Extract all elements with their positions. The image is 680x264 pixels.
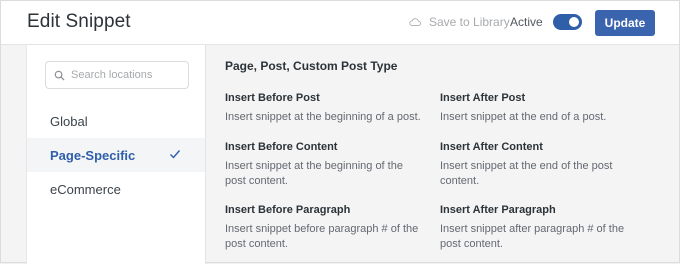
update-button[interactable]: Update bbox=[595, 10, 655, 36]
option-description: Insert snippet at the beginning of a pos… bbox=[225, 111, 421, 123]
search-box[interactable] bbox=[45, 61, 189, 89]
cloud-icon bbox=[409, 18, 421, 26]
header-bar: Edit Snippet Save to Library Active Upda… bbox=[1, 1, 679, 45]
option-title: Insert After Paragraph bbox=[440, 204, 556, 216]
option-description: Insert snippet before paragraph # of the… bbox=[225, 223, 419, 250]
option-insert-after-post[interactable]: Insert After Post Insert snippet at the … bbox=[440, 91, 640, 125]
option-description: Insert snippet after paragraph # of the … bbox=[440, 223, 625, 250]
option-insert-before-paragraph[interactable]: Insert Before Paragraph Insert snippet b… bbox=[225, 203, 420, 252]
option-description: Insert snippet at the end of the post co… bbox=[440, 160, 613, 187]
option-insert-after-paragraph[interactable]: Insert After Paragraph Insert snippet af… bbox=[440, 203, 625, 252]
content-area: Global Page-Specific eCommerce Page, Pos… bbox=[1, 45, 679, 264]
sidebar-item-label: Global bbox=[50, 113, 88, 129]
toggle-knob bbox=[569, 17, 579, 27]
edit-snippet-panel: Edit Snippet Save to Library Active Upda… bbox=[0, 0, 680, 264]
sidebar-item-label: eCommerce bbox=[50, 181, 121, 197]
sidebar-item-ecommerce[interactable]: eCommerce bbox=[27, 172, 205, 206]
option-title: Insert Before Post bbox=[225, 92, 320, 104]
option-title: Insert After Post bbox=[440, 92, 526, 104]
active-label: Active bbox=[510, 15, 543, 29]
checkmark-icon bbox=[170, 150, 181, 159]
option-title: Insert After Content bbox=[440, 141, 543, 153]
option-description: Insert snippet at the beginning of the p… bbox=[225, 160, 403, 187]
page-title: Edit Snippet bbox=[27, 11, 131, 32]
sidebar-item-global[interactable]: Global bbox=[27, 104, 205, 138]
save-to-library-button[interactable]: Save to Library bbox=[409, 15, 510, 29]
option-insert-after-content[interactable]: Insert After Content Insert snippet at t… bbox=[440, 140, 620, 189]
option-title: Insert Before Paragraph bbox=[225, 204, 351, 216]
locations-main: Page, Post, Custom Post Type Insert Befo… bbox=[206, 45, 679, 262]
sidebar-item-page-specific[interactable]: Page-Specific bbox=[27, 138, 205, 172]
option-description: Insert snippet at the end of a post. bbox=[440, 111, 607, 123]
sidebar-item-label: Page-Specific bbox=[50, 147, 136, 163]
search-icon bbox=[54, 70, 65, 81]
option-insert-before-content[interactable]: Insert Before Content Insert snippet at … bbox=[225, 140, 420, 189]
option-insert-before-post[interactable]: Insert Before Post Insert snippet at the… bbox=[225, 91, 425, 125]
option-title: Insert Before Content bbox=[225, 141, 338, 153]
locations-sidebar: Global Page-Specific eCommerce bbox=[26, 45, 206, 264]
section-title: Page, Post, Custom Post Type bbox=[225, 59, 398, 73]
search-input[interactable] bbox=[71, 69, 181, 81]
active-toggle[interactable] bbox=[553, 14, 582, 30]
save-to-library-label: Save to Library bbox=[429, 15, 510, 29]
